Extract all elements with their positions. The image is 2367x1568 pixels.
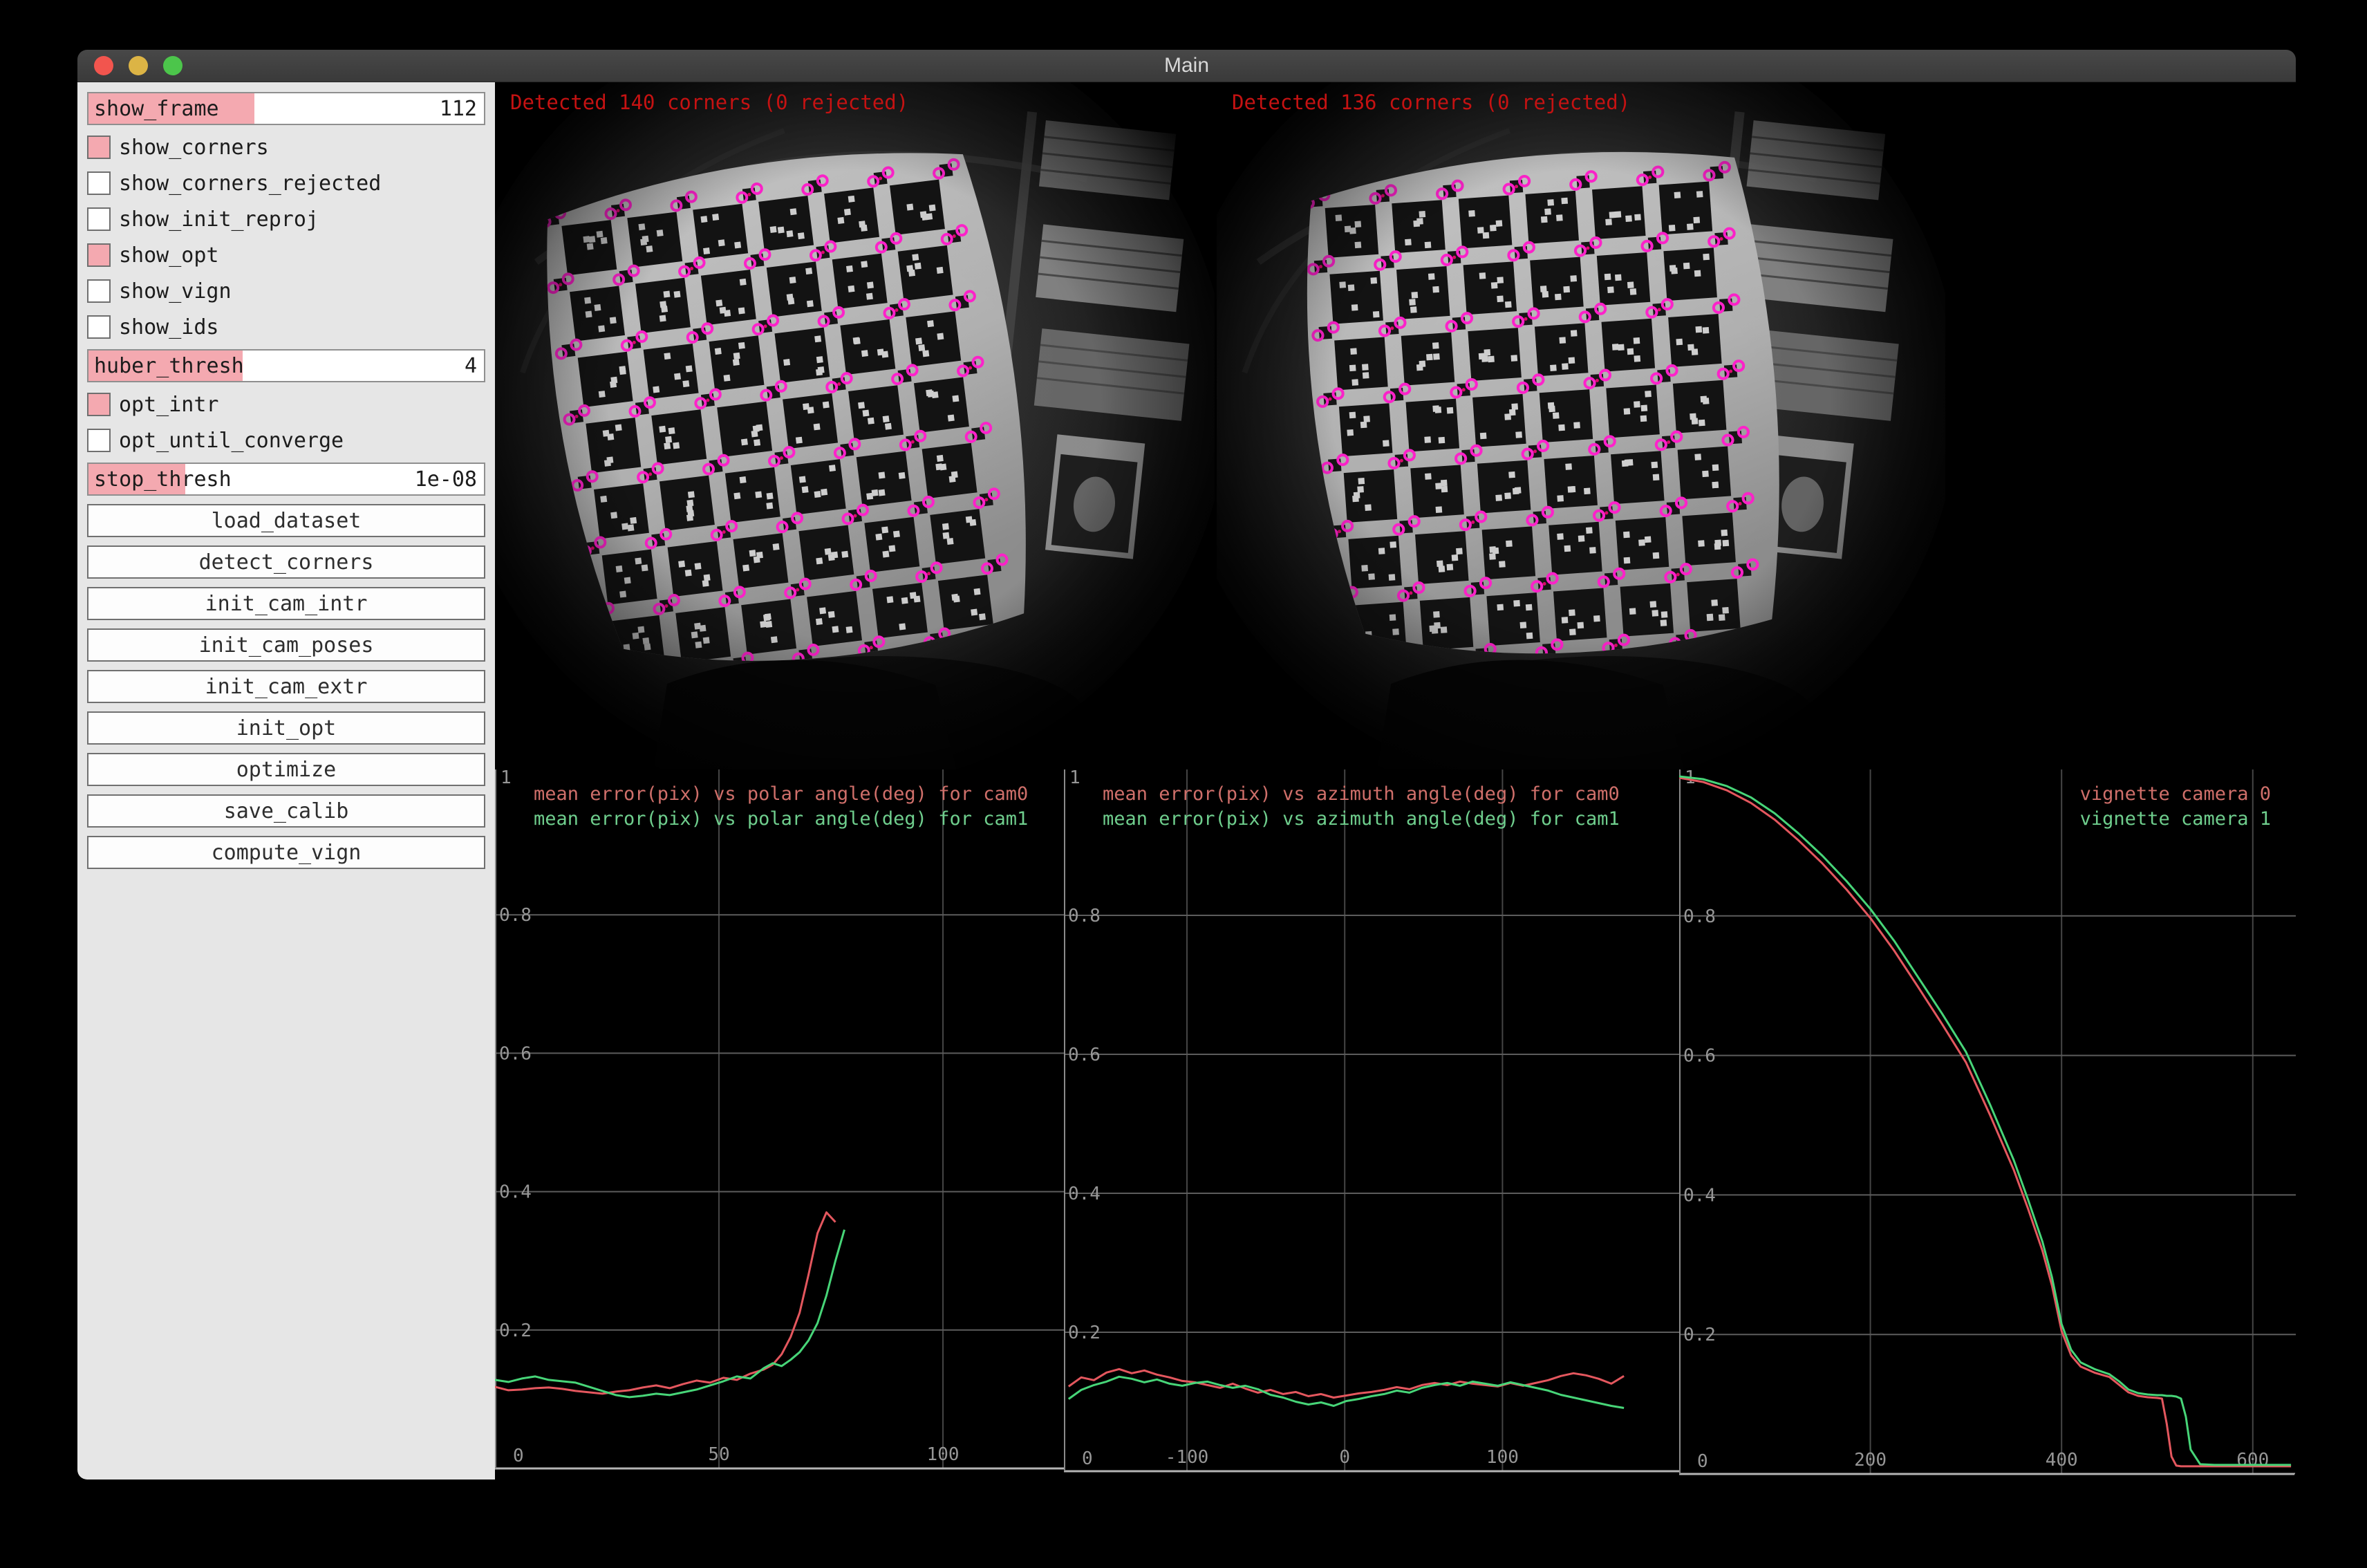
svg-text:0.6: 0.6: [499, 1043, 532, 1064]
svg-text:400: 400: [2046, 1450, 2078, 1471]
polar-error-plot: 50 100 0.2 0.4 0.6 0.8 1 0 mean error(pix) vs po…: [495, 769, 1064, 1480]
main-area: Detected 140 corners (0 rejected): [495, 82, 2296, 1480]
svg-text:0.8: 0.8: [1068, 906, 1101, 926]
svg-text:0.2: 0.2: [1068, 1323, 1101, 1343]
azimuth-error-plot: -100 0 100 0.2 0.4 0.6 0.8 1 0 mean error(pix) vs…: [1064, 769, 1679, 1480]
checkbox-label: show_opt: [119, 243, 219, 268]
title-bar: Main: [77, 50, 2296, 82]
checkbox-label: opt_until_converge: [119, 429, 344, 453]
checkbox-opt_until_converge[interactable]: [87, 429, 111, 452]
fisheye-image-0: [495, 82, 1215, 769]
checkbox-label: show_vign: [119, 279, 232, 304]
slider-value: 112: [440, 93, 477, 124]
checkbox-label: show_corners_rejected: [119, 171, 381, 196]
control-sidebar: show_frame 112 show_corners show_corners_re…: [77, 82, 495, 1480]
svg-text:200: 200: [1854, 1450, 1887, 1471]
checkbox-row-opt_intr[interactable]: opt_intr: [87, 391, 485, 418]
checkbox-show_ids[interactable]: [87, 315, 111, 339]
camera-view-1: Detected 136 corners (0 rejected): [1217, 82, 1945, 769]
legend-cam0: vignette camera 0: [2080, 783, 2271, 805]
svg-text:0: 0: [1082, 1448, 1093, 1469]
fisheye-image-1: [1217, 82, 1945, 769]
window-content: show_frame 112 show_corners show_corners_re…: [77, 82, 2296, 1480]
plots-row: 501000.20.40.60.810mean error(pix) vs po…: [495, 769, 2296, 1480]
slider-label: huber_thresh: [94, 351, 244, 381]
checkbox-label: show_corners: [119, 136, 269, 160]
checkbox-row-show_ids[interactable]: show_ids: [87, 313, 485, 341]
plot-azimuth-error: -100 0 100 0.2 0.4 0.6 0.8 1 0 mean error(pix) vs…: [1064, 769, 1679, 1480]
svg-text:0.4: 0.4: [499, 1182, 532, 1203]
slider-stop_thresh[interactable]: stop_thresh 1e-08: [87, 463, 485, 496]
svg-text:1: 1: [1069, 769, 1080, 788]
checkbox-label: show_init_reproj: [119, 207, 319, 232]
checkbox-show_corners_rejected[interactable]: [87, 171, 111, 195]
slider-label: show_frame: [94, 93, 219, 124]
checkbox-row-show_vign[interactable]: show_vign: [87, 277, 485, 305]
slider-label: stop_thresh: [94, 464, 232, 494]
slider-huber_thresh[interactable]: huber_thresh 4: [87, 349, 485, 382]
checkbox-row-opt_until_converge[interactable]: opt_until_converge: [87, 427, 485, 454]
svg-text:1: 1: [500, 769, 512, 788]
checkbox-show_init_reproj[interactable]: [87, 207, 111, 231]
button-compute_vign[interactable]: compute_vign: [87, 836, 485, 869]
checkbox-show_corners[interactable]: [87, 136, 111, 159]
svg-text:0: 0: [1339, 1447, 1350, 1468]
svg-text:0.6: 0.6: [1683, 1046, 1716, 1067]
svg-text:0.4: 0.4: [1068, 1184, 1101, 1204]
svg-text:100: 100: [927, 1444, 960, 1465]
vignette-plot: 2004006000.20.40.60.810vignette camera 0…: [1679, 769, 2296, 1480]
svg-text:0.2: 0.2: [1683, 1325, 1716, 1345]
camera-views: Detected 140 corners (0 rejected): [495, 82, 2296, 769]
checkbox-show_opt[interactable]: [87, 243, 111, 267]
checkbox-opt_intr[interactable]: [87, 393, 111, 416]
camera-view-0: Detected 140 corners (0 rejected): [495, 82, 1217, 769]
button-init_cam_poses[interactable]: init_cam_poses: [87, 628, 485, 662]
svg-text:0.4: 0.4: [1683, 1185, 1716, 1206]
checkbox-row-show_init_reproj[interactable]: show_init_reproj: [87, 205, 485, 233]
cam1-curve: [1679, 776, 2291, 1465]
svg-text:0.8: 0.8: [499, 905, 532, 926]
black-filler: [1945, 82, 2296, 769]
camera1-status: Detected 136 corners (0 rejected): [1232, 91, 1630, 114]
button-detect_corners[interactable]: detect_corners: [87, 545, 485, 579]
svg-text:100: 100: [1486, 1447, 1519, 1468]
button-load_dataset[interactable]: load_dataset: [87, 504, 485, 537]
plot-polar-error: 50 100 0.2 0.4 0.6 0.8 1 0 mean error(pix) vs po…: [495, 769, 1064, 1480]
legend-cam1: mean error(pix) vs azimuth angle(deg) fo…: [1103, 808, 1620, 830]
svg-text:-100: -100: [1166, 1447, 1209, 1468]
svg-text:0.6: 0.6: [1068, 1045, 1101, 1065]
camera0-status: Detected 140 corners (0 rejected): [510, 91, 908, 114]
svg-text:600: 600: [2236, 1450, 2269, 1471]
svg-text:0: 0: [513, 1446, 524, 1466]
button-init_cam_intr[interactable]: init_cam_intr: [87, 587, 485, 620]
svg-text:0.2: 0.2: [499, 1320, 532, 1341]
slider-value: 4: [465, 351, 477, 381]
slider-value: 1e-08: [415, 464, 477, 494]
slider-show_frame[interactable]: show_frame 112: [87, 92, 485, 125]
cam0-curve: [1069, 1369, 1624, 1397]
legend-cam0: mean error(pix) vs azimuth angle(deg) fo…: [1103, 783, 1620, 805]
cam0-curve: [495, 1213, 836, 1394]
cam1-curve: [495, 1230, 845, 1397]
main-window: Main show_frame 112 show_corners show_corne…: [77, 50, 2296, 1480]
svg-text:50: 50: [708, 1444, 729, 1465]
button-optimize[interactable]: optimize: [87, 753, 485, 786]
window-title: Main: [77, 50, 2296, 82]
checkbox-row-show_corners[interactable]: show_corners: [87, 133, 485, 161]
checkbox-row-show_corners_rejected[interactable]: show_corners_rejected: [87, 169, 485, 197]
legend-cam0: mean error(pix) vs polar angle(deg) for …: [534, 783, 1028, 805]
legend-cam1: vignette camera 1: [2080, 808, 2271, 830]
checkbox-label: opt_intr: [119, 393, 219, 417]
button-save_calib[interactable]: save_calib: [87, 794, 485, 828]
checkbox-show_vign[interactable]: [87, 279, 111, 303]
legend-cam1: mean error(pix) vs polar angle(deg) for …: [534, 808, 1028, 830]
checkbox-row-show_opt[interactable]: show_opt: [87, 241, 485, 269]
button-init_opt[interactable]: init_opt: [87, 711, 485, 745]
plot-vignette: 2004006000.20.40.60.810vignette camera 0…: [1679, 769, 2296, 1480]
cam0-curve: [1679, 778, 2291, 1466]
button-init_cam_extr[interactable]: init_cam_extr: [87, 670, 485, 703]
checkbox-label: show_ids: [119, 315, 219, 339]
svg-text:0: 0: [1697, 1451, 1708, 1472]
svg-text:0.8: 0.8: [1683, 906, 1716, 927]
